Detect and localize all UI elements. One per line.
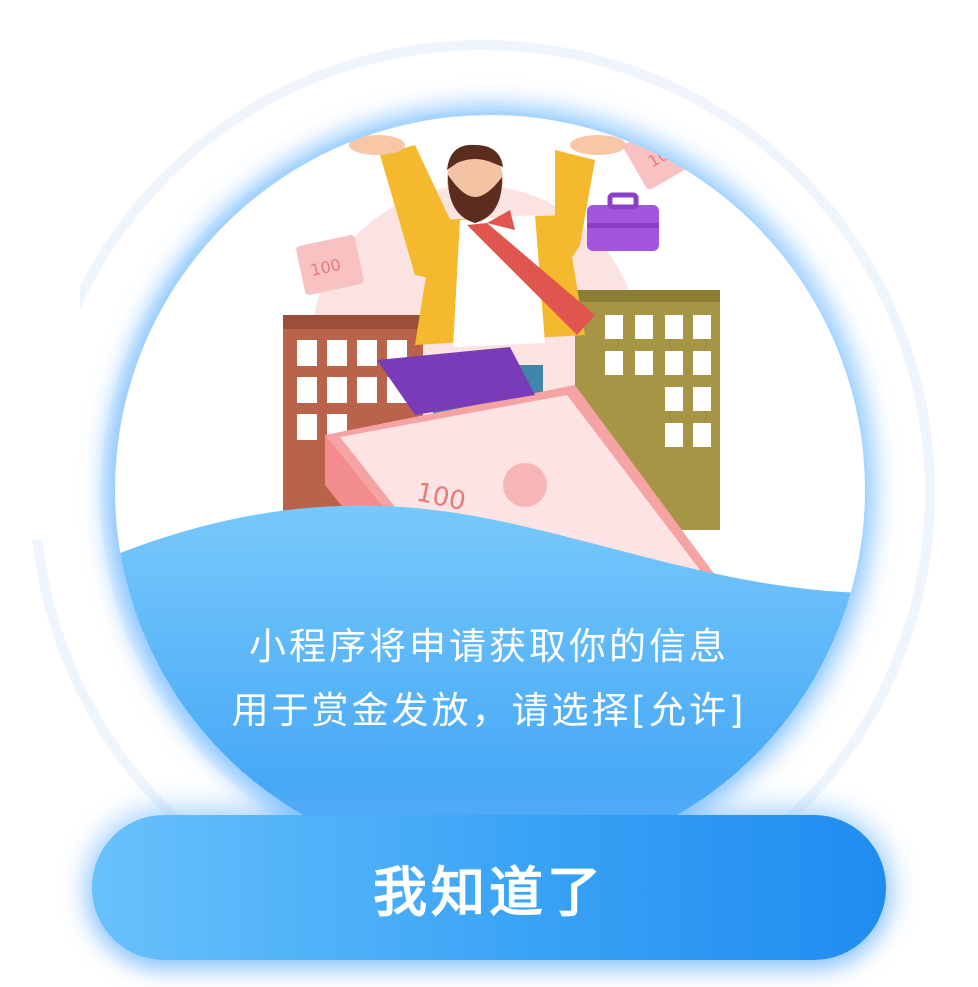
message-line-1: 小程序将申请获取你的信息 [249, 625, 729, 668]
permission-message: 小程序将申请获取你的信息 用于赏金发放，请选择[允许] [0, 615, 978, 743]
reward-permission-dialog: 100 100 100 小程序将申请获取你的信息 用于赏金发放，请选择[允许] … [0, 0, 978, 987]
flying-banknote-right: 100 [623, 115, 712, 190]
confirm-button[interactable]: 我知道了 [92, 815, 886, 960]
briefcase-icon [587, 192, 659, 251]
illustration-disc: 100 100 100 [115, 115, 865, 865]
celebration-illustration: 100 100 100 [115, 115, 865, 865]
message-line-2: 用于赏金发放，请选择[允许] [231, 689, 747, 732]
